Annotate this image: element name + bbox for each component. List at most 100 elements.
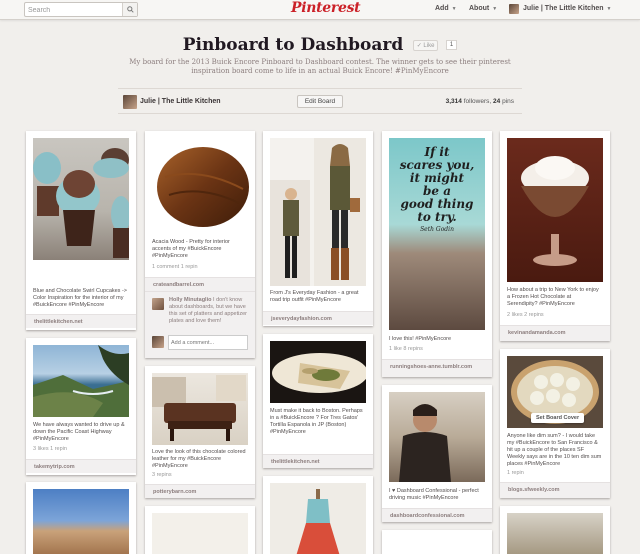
pin-image-tortilla[interactable] <box>270 341 366 403</box>
top-bar: Pinterest Add▼ About▼ Julie | The Little… <box>0 0 640 20</box>
pin-caption: Blue and Chocolate Swirl Cupcakes -> Col… <box>33 288 128 308</box>
pin-road-trip-outfit[interactable]: From J's Everyday Fashion - a great road… <box>263 131 373 326</box>
board-owner[interactable]: Julie | The Little Kitchen <box>140 98 221 105</box>
pin-stats: 2 likes 2 repins <box>507 312 544 318</box>
pin-stats: 1 repin <box>507 470 524 476</box>
pin-image[interactable] <box>152 513 248 554</box>
pin-stats: 1 like 8 repins <box>389 346 423 352</box>
commenter-avatar[interactable] <box>152 298 164 310</box>
pin-tortilla[interactable]: Must make it back to Boston. Perhaps in … <box>263 334 373 468</box>
leather-ottoman-image <box>152 375 246 441</box>
add-comment-input[interactable] <box>168 335 248 350</box>
user-name: Julie | The Little Kitchen <box>523 5 604 12</box>
edit-board-button[interactable]: Edit Board <box>297 95 343 108</box>
pin-source[interactable]: thelittlekitchen.net <box>263 454 373 468</box>
pin-next-col5[interactable] <box>500 506 610 554</box>
comments-section: Holly Minutaglio I don't know about dash… <box>145 291 255 358</box>
chevron-down-icon: ▼ <box>606 6 612 12</box>
pin-image-cupcakes[interactable] <box>33 138 129 260</box>
pin-caption: Must make it back to Boston. Perhaps in … <box>270 408 363 435</box>
current-user-avatar <box>152 336 164 348</box>
pin-dashboard-confessional[interactable]: I ♥ Dashboard Confessional - perfect dri… <box>382 385 492 522</box>
pin-image-leather[interactable] <box>152 373 248 445</box>
user-menu[interactable]: Julie | The Little Kitchen ▼ <box>523 5 611 12</box>
pin-source[interactable]: jseverydayfashion.com <box>263 311 373 325</box>
fashion-image <box>270 138 366 286</box>
quote-author: Seth Godin <box>420 226 454 233</box>
search-icon <box>126 6 134 13</box>
search-button[interactable] <box>122 3 137 16</box>
board-title: Pinboard to Dashboard <box>182 35 404 55</box>
user-avatar[interactable] <box>509 4 519 14</box>
search-input[interactable] <box>28 4 122 16</box>
add-label: Add <box>435 5 449 12</box>
set-board-cover-button[interactable]: Set Board Cover <box>531 413 585 423</box>
pin-quote[interactable]: If it scares you, it might be a good thi… <box>382 131 492 377</box>
owner-avatar[interactable] <box>123 95 137 109</box>
follower-count[interactable]: 3,314 <box>446 98 462 105</box>
pin-image-dress[interactable] <box>270 483 366 554</box>
pin-cupcakes[interactable]: Blue and Chocolate Swirl Cupcakes -> Col… <box>26 131 136 330</box>
pin-acacia-wood[interactable]: Acacia Wood - Pretty for interior accent… <box>145 131 255 358</box>
pin-pacific-coast[interactable]: We have always wanted to drive up & down… <box>26 338 136 475</box>
tortilla-image <box>272 353 366 393</box>
add-menu[interactable]: Add ▼ <box>435 5 457 12</box>
pin-source[interactable]: takemytrip.com <box>26 459 136 473</box>
pin-caption: We have always wanted to drive up & down… <box>33 422 125 442</box>
comment-text: Holly Minutaglio I don't know about dash… <box>169 297 249 325</box>
pin-stats: 1 comment 1 repin <box>152 264 198 270</box>
pinterest-logo[interactable]: Pinterest <box>291 0 361 16</box>
coast-image <box>33 345 129 417</box>
pin-image-outfit[interactable] <box>270 138 366 286</box>
pin-image-dim-sum[interactable]: Set Board Cover <box>507 356 603 428</box>
pin-source[interactable]: potterybarn.com <box>145 484 255 498</box>
board-header: Pinboard to Dashboard ✓ Like 1 <box>0 35 640 55</box>
quote-line: to try. <box>417 210 457 224</box>
about-label: About <box>469 5 490 12</box>
board-description: My board for the 2013 Buick Encore Pinbo… <box>129 58 511 75</box>
pin-caption: I ♥ Dashboard Confessional - perfect dri… <box>389 488 479 501</box>
pin-image-dashboard[interactable] <box>389 392 485 482</box>
pin-image-hot-chocolate[interactable] <box>507 138 603 282</box>
about-menu[interactable]: About ▼ <box>469 5 497 12</box>
pin-stats: 3 likes 1 repin <box>33 446 67 452</box>
followers-label: followers, <box>463 98 492 105</box>
pin-dress[interactable] <box>263 476 373 554</box>
pin-source[interactable]: kevinandamanda.com <box>500 325 610 341</box>
dress-image <box>296 489 340 554</box>
pin-frozen-hot-chocolate[interactable]: How about a trip to New York to enjoy a … <box>500 131 610 341</box>
chevron-down-icon: ▼ <box>451 6 457 12</box>
pin-image-coast[interactable] <box>33 345 129 417</box>
pin-source[interactable]: blogs.sfweekly.com <box>500 482 610 498</box>
pin-caption: I love this! #PinMyEncore <box>389 336 452 342</box>
board-info-bar: Julie | The Little Kitchen Edit Board 3,… <box>118 88 522 114</box>
pin-source[interactable]: runningshoes-anne.tumblr.com <box>382 359 492 377</box>
chevron-down-icon: ▼ <box>492 6 498 12</box>
pin-next-col2[interactable] <box>145 506 255 554</box>
pin-image[interactable] <box>507 513 603 554</box>
pin-next-col4[interactable] <box>382 530 492 554</box>
pins-label: pins <box>502 98 514 105</box>
pin-source[interactable]: thelittlekitchen.net <box>26 314 136 328</box>
pin-source[interactable]: dashboardconfessional.com <box>382 508 492 522</box>
pin-caption: Love the look of this chocolate colored … <box>152 449 246 469</box>
board-stats: 3,314 followers, 24 pins <box>446 98 514 105</box>
pin-caption: From J's Everyday Fashion - a great road… <box>270 290 359 303</box>
pin-dim-sum[interactable]: Set Board Cover Anyone like dim sum? - I… <box>500 349 610 498</box>
pin-image-canyon[interactable] <box>33 489 129 554</box>
musician-image <box>399 404 451 482</box>
like-label: Like <box>423 42 435 49</box>
pin-leather[interactable]: Love the look of this chocolate colored … <box>145 366 255 498</box>
like-button[interactable]: ✓ Like <box>412 39 439 51</box>
pin-caption: Anyone like dim sum? - I would take my #… <box>507 433 602 467</box>
search-box <box>24 2 138 17</box>
pin-stats: 3 repins <box>152 472 172 478</box>
hot-chocolate-image <box>521 156 589 266</box>
commenter-name[interactable]: Holly Minutaglio <box>169 297 211 303</box>
pin-source[interactable]: crateandbarrel.com <box>145 277 255 291</box>
wood-platter-image <box>157 147 249 227</box>
pin-image-quote[interactable]: If it scares you, it might be a good thi… <box>389 138 485 330</box>
pin-canyon[interactable] <box>26 482 136 554</box>
like-count: 1 <box>445 40 458 50</box>
pin-image-acacia[interactable] <box>151 137 249 232</box>
